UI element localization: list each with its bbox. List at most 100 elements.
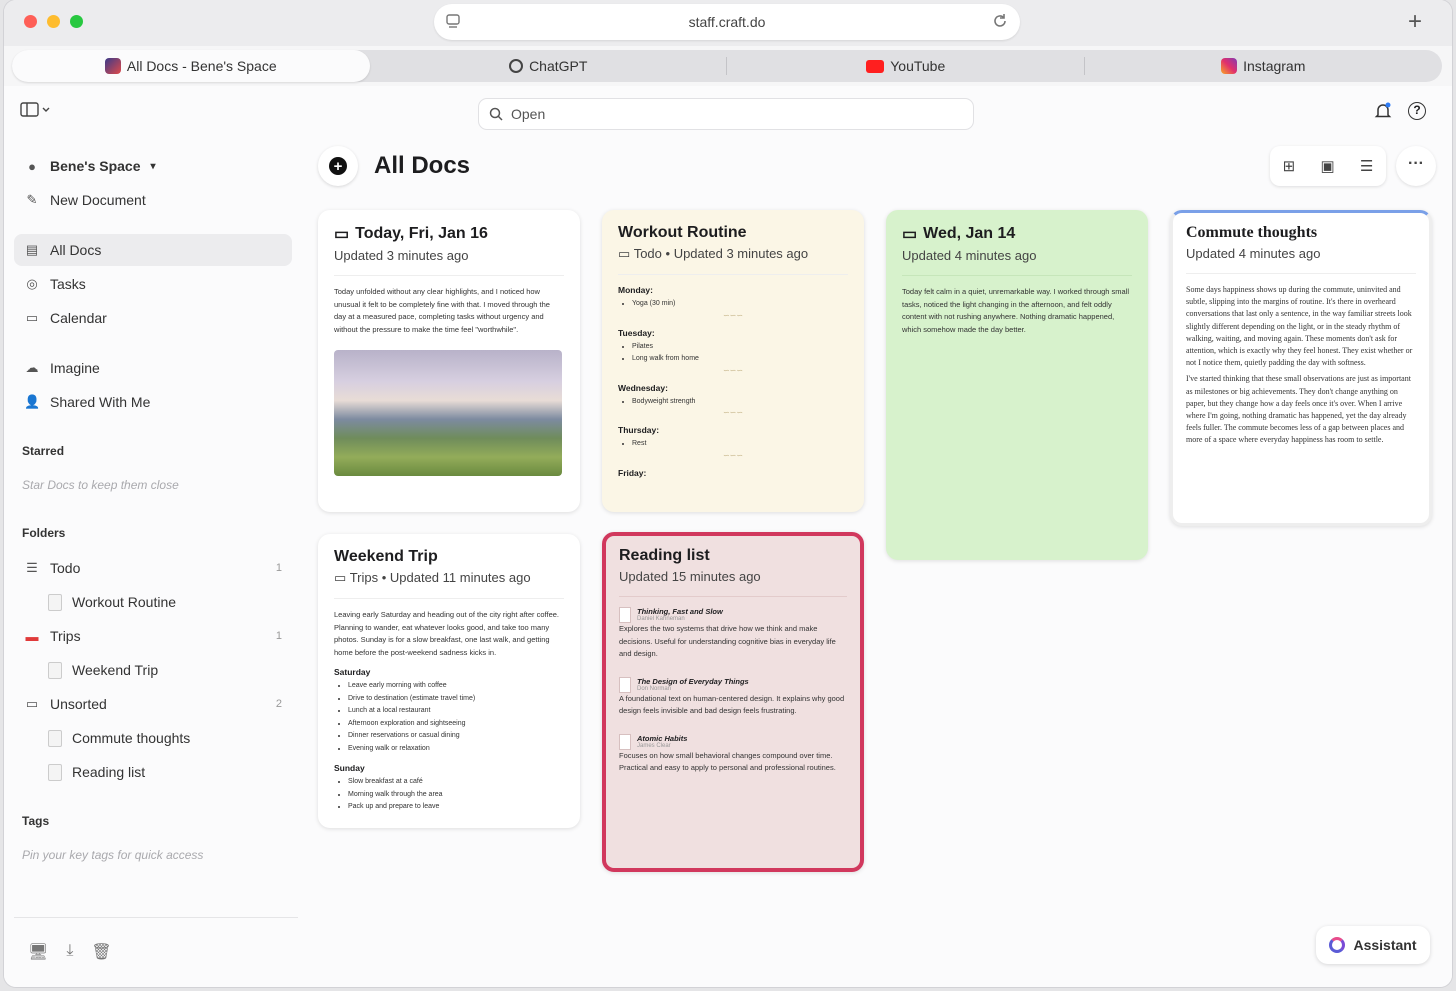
instagram-icon	[1221, 58, 1238, 74]
doc-card-weekend-trip[interactable]: Weekend Trip ▭ Trips • Updated 11 minute…	[318, 534, 580, 828]
notification-bell-icon[interactable]	[1374, 102, 1392, 125]
search-placeholder: Open	[511, 106, 546, 122]
trash-icon[interactable]: 🗑	[91, 942, 111, 962]
new-document-button[interactable]: ✎ New Document	[14, 184, 292, 216]
card-view-icon[interactable]: ▣	[1320, 157, 1334, 175]
more-options-button[interactable]: ···	[1396, 146, 1436, 186]
sidebar-item-imagine[interactable]: ☁ Imagine	[14, 352, 292, 384]
day-heading: Friday:	[618, 467, 647, 478]
tab-all-docs[interactable]: All Docs - Bene's Space	[12, 50, 370, 82]
new-document-icon: ✎	[26, 192, 38, 207]
list-item: Yoga (30 min)	[632, 298, 848, 311]
cloud-icon: ☁	[25, 360, 39, 375]
help-icon[interactable]: ?	[1408, 102, 1426, 120]
doc-card-wed-jan-14[interactable]: ▭ Wed, Jan 14 Updated 4 minutes ago Today…	[886, 210, 1148, 560]
landscape-image	[334, 350, 562, 476]
craft-icon	[104, 58, 121, 74]
card-title: Weekend Trip	[334, 548, 438, 565]
assistant-label: Assistant	[1353, 937, 1417, 953]
card-title: Commute thoughts	[1186, 224, 1318, 241]
new-tab-button[interactable]: +	[1408, 8, 1422, 36]
card-title: ▭ Today, Fri, Jan 16	[334, 225, 488, 243]
tab-youtube[interactable]: YouTube	[727, 50, 1085, 82]
doc-card-reading-list[interactable]: Reading list Updated 15 minutes ago Thin…	[602, 532, 864, 872]
card-meta: Updated 15 minutes ago	[619, 569, 847, 597]
day-heading: Wednesday:	[618, 382, 668, 393]
document-icon	[48, 593, 62, 611]
tab-label: All Docs - Bene's Space	[126, 58, 277, 74]
tab-instagram[interactable]: Instagram	[1085, 50, 1443, 82]
card-title: ▭ Wed, Jan 14	[902, 225, 1016, 243]
sidebar-item-calendar[interactable]: ▭ Calendar	[14, 302, 292, 334]
doc-label: Weekend Trip	[72, 662, 159, 678]
list-icon: ☰	[26, 560, 38, 575]
folder-count: 1	[275, 562, 282, 574]
book-thumbnail	[619, 607, 631, 623]
card-folder: Todo	[633, 246, 662, 261]
card-paragraph: Some days happiness shows up during the …	[1186, 285, 1413, 368]
book-author: Don Norman	[637, 685, 672, 692]
list-item: Evening walk or relaxation	[348, 743, 564, 756]
assistant-button[interactable]: Assistant	[1316, 926, 1430, 964]
folder-trips[interactable]: ▬ Trips 1	[14, 620, 292, 652]
book-thumbnail	[619, 733, 631, 750]
doc-commute-thoughts[interactable]: Commute thoughts	[38, 722, 292, 754]
inbox-icon: ▭	[25, 696, 39, 711]
grid-view-icon[interactable]: ⊞	[1283, 157, 1296, 175]
card-folder: Trips	[349, 570, 379, 585]
sidebar-item-tasks[interactable]: ◎ Tasks	[14, 268, 292, 300]
wave-divider: ∽∽∽	[722, 408, 744, 417]
add-document-button[interactable]: +	[318, 146, 358, 186]
tab-label: ChatGPT	[529, 58, 588, 74]
sidebar-item-all-docs[interactable]: ▤ All Docs	[14, 234, 292, 266]
list-item: Morning walk through the area	[348, 789, 564, 802]
list-item: Pack up and prepare to leave	[348, 801, 564, 814]
address-bar[interactable]: staff.craft.do	[434, 4, 1020, 40]
new-document-label: New Document	[50, 192, 146, 208]
folder-todo[interactable]: ☰ Todo 1	[14, 552, 292, 584]
sidebar-item-label: All Docs	[50, 242, 102, 258]
browser-window: staff.craft.do + All Docs - Bene's Space…	[4, 0, 1452, 987]
sidebar-toggle-button[interactable]	[20, 102, 50, 123]
doc-card-commute-thoughts[interactable]: Commute thoughts Updated 4 minutes ago S…	[1170, 210, 1432, 526]
folders-heading: Folders	[22, 526, 66, 540]
minimize-window-button[interactable]	[47, 15, 60, 28]
starred-heading: Starred	[22, 444, 65, 458]
zoom-window-button[interactable]	[70, 15, 83, 28]
book-item: The Design of Everyday Things Don Norman	[619, 676, 847, 693]
doc-workout-routine[interactable]: Workout Routine	[38, 586, 292, 618]
search-bar[interactable]: Open	[478, 98, 974, 130]
list-item: Drive to destination (estimate travel ti…	[348, 693, 564, 706]
sidebar-item-label: Shared With Me	[50, 394, 151, 410]
list-item: Bodyweight strength	[632, 396, 848, 409]
doc-weekend-trip[interactable]: Weekend Trip	[38, 654, 292, 686]
doc-reading-list[interactable]: Reading list	[38, 756, 292, 788]
doc-label: Workout Routine	[72, 594, 177, 610]
space-switcher[interactable]: ● Bene's Space ▾	[14, 150, 292, 182]
document-icon	[48, 763, 62, 781]
page-settings-icon[interactable]	[446, 14, 460, 33]
list-item: Dinner reservations or casual dining	[348, 730, 564, 743]
tab-bar: All Docs - Bene's Space ChatGPT YouTube …	[12, 50, 1442, 82]
list-item: Lunch at a local restaurant	[348, 705, 564, 718]
folder-label: Unsorted	[50, 696, 107, 712]
reload-icon[interactable]	[992, 13, 1008, 32]
sidebar-item-shared[interactable]: 👤 Shared With Me	[14, 386, 292, 418]
sidebar-item-label: Tasks	[50, 276, 86, 292]
close-window-button[interactable]	[24, 15, 37, 28]
tab-chatgpt[interactable]: ChatGPT	[370, 50, 727, 82]
list-item: Afternoon exploration and sightseeing	[348, 718, 564, 731]
book-description: A foundational text on human-centered de…	[619, 693, 845, 716]
sidebar-item-label: Imagine	[50, 360, 100, 376]
folder-unsorted[interactable]: ▭ Unsorted 2	[14, 688, 292, 720]
doc-card-workout-routine[interactable]: Workout Routine ▭ Todo • Updated 3 minut…	[602, 210, 864, 512]
book-title: Thinking, Fast and Slow	[637, 607, 723, 616]
book-item: Atomic Habits James Clear	[619, 733, 847, 750]
desktop-icon[interactable]: 🖥	[28, 942, 48, 962]
import-icon[interactable]: ⤓	[66, 942, 73, 962]
book-title: The Design of Everyday Things	[637, 676, 749, 686]
card-updated: Updated 11 minutes ago	[389, 570, 531, 585]
book-title: Atomic Habits	[637, 733, 688, 743]
list-view-icon[interactable]: ☰	[1360, 157, 1373, 175]
doc-card-today[interactable]: ▭ Today, Fri, Jan 16 Updated 3 minutes ag…	[318, 210, 580, 512]
